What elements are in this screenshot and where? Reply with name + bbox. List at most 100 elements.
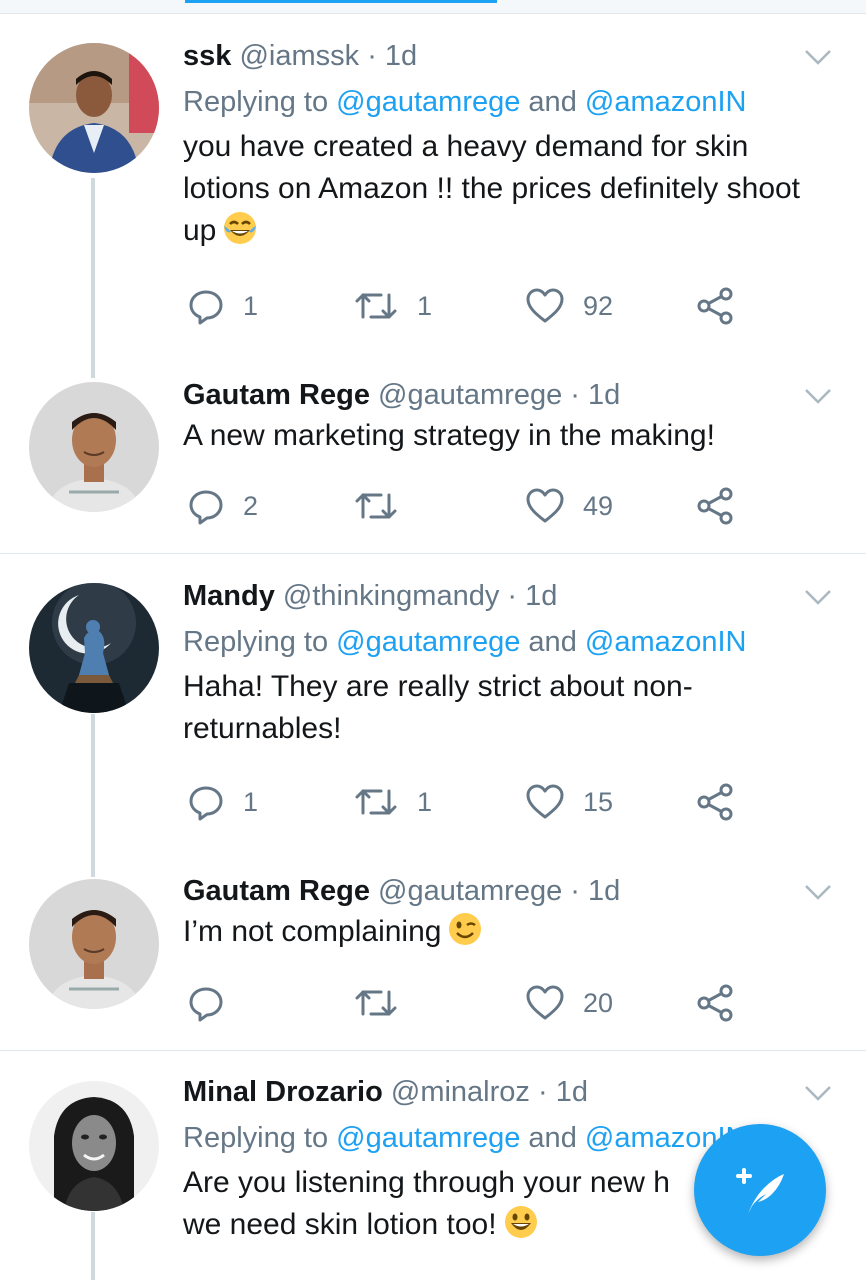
heart-icon xyxy=(526,488,564,523)
reply-icon xyxy=(189,290,223,325)
share-button[interactable] xyxy=(695,981,735,1025)
like-count: 20 xyxy=(583,987,614,1018)
reply-icon xyxy=(189,987,223,1022)
grinning-face-icon xyxy=(503,1204,539,1252)
avatar[interactable] xyxy=(29,879,159,1009)
user-handle[interactable]: @gautamrege xyxy=(378,875,562,907)
reply-icon xyxy=(189,786,223,821)
retweet-icon xyxy=(355,493,397,519)
timestamp[interactable]: 1d xyxy=(385,40,417,72)
timestamp[interactable]: 1d xyxy=(556,1076,588,1108)
timestamp[interactable]: 1d xyxy=(588,379,620,411)
mention-link[interactable]: @amazonIN xyxy=(585,626,747,658)
tweet-actions: 20 xyxy=(183,981,783,1025)
avatar[interactable] xyxy=(29,583,159,713)
retweet-icon xyxy=(355,789,397,815)
tweet-text-content: A new marketing strategy in the making! xyxy=(183,419,715,452)
reply-icon xyxy=(189,490,223,525)
like-button[interactable]: 49 xyxy=(525,484,613,528)
share-button[interactable] xyxy=(695,484,735,528)
compose-tweet-button[interactable] xyxy=(694,1124,826,1256)
retweet-count: 1 xyxy=(417,786,433,817)
tweet-text-content: Haha! They are really strict about non-r… xyxy=(183,670,693,745)
tweet-item[interactable]: Mandy @thinkingmandy · 1d Replying to @g… xyxy=(0,554,866,877)
chevron-down-icon[interactable] xyxy=(804,588,832,606)
share-button[interactable] xyxy=(695,780,735,824)
retweet-count: 1 xyxy=(417,290,433,321)
thread-line xyxy=(91,1212,95,1280)
display-name[interactable]: Mandy xyxy=(183,580,275,612)
share-icon xyxy=(697,287,733,325)
timestamp[interactable]: 1d xyxy=(588,875,620,907)
like-button[interactable]: 20 xyxy=(525,981,613,1025)
tweet-actions: 1 1 92 xyxy=(183,284,783,328)
replying-prefix: Replying to xyxy=(183,1122,337,1154)
reply-button[interactable] xyxy=(187,981,243,1025)
user-handle[interactable]: @minalroz xyxy=(391,1076,530,1108)
retweet-button[interactable]: 1 xyxy=(353,780,432,824)
display-name[interactable]: ssk xyxy=(183,40,231,72)
tweet-item[interactable]: Gautam Rege @gautamrege · 1d A new marke… xyxy=(0,360,866,553)
reply-button[interactable]: 2 xyxy=(187,484,258,528)
tweet-header: Minal Drozario @minalroz · 1d xyxy=(183,1074,826,1110)
chevron-down-icon[interactable] xyxy=(804,48,832,66)
reply-count: 1 xyxy=(243,786,259,817)
tweet-item[interactable]: ssk @iamssk · 1d Replying to @gautamrege… xyxy=(0,0,866,378)
mention-link[interactable]: @amazonIN xyxy=(585,86,747,118)
chevron-down-icon[interactable] xyxy=(804,1084,832,1102)
replying-prefix: Replying to xyxy=(183,86,337,118)
tweet-text-content: we need skin lotion too! xyxy=(183,1208,497,1241)
display-name[interactable]: Gautam Rege xyxy=(183,379,370,411)
mention-link[interactable]: @gautamrege xyxy=(336,626,520,658)
share-button[interactable] xyxy=(695,284,735,328)
tweet-text: Haha! They are really strict about non-r… xyxy=(183,666,703,750)
tweet-text-content: you have created a heavy demand for skin… xyxy=(183,130,801,247)
replying-to: Replying to @gautamrege and @amazonIN xyxy=(183,624,826,660)
retweet-button[interactable] xyxy=(353,484,417,528)
tweet-actions: 2 49 xyxy=(183,484,783,528)
thread-line xyxy=(91,714,95,877)
retweet-button[interactable]: 1 xyxy=(353,284,432,328)
reply-button[interactable]: 1 xyxy=(187,780,258,824)
tweet-item[interactable]: Gautam Rege @gautamrege · 1d I’m not com… xyxy=(0,859,866,1050)
chevron-down-icon[interactable] xyxy=(804,387,832,405)
tweet-text: I’m not complaining xyxy=(183,911,826,959)
like-count: 92 xyxy=(583,290,614,321)
retweet-button[interactable] xyxy=(353,981,417,1025)
and-text: and xyxy=(520,1122,585,1154)
retweet-icon xyxy=(355,990,397,1016)
avatar[interactable] xyxy=(29,382,159,512)
mention-link[interactable]: @gautamrege xyxy=(336,1122,520,1154)
retweet-icon xyxy=(355,293,397,319)
like-button[interactable]: 92 xyxy=(525,284,613,328)
tweet-header: Gautam Rege @gautamrege · 1d xyxy=(183,873,826,909)
user-handle[interactable]: @iamssk xyxy=(239,40,359,72)
display-name[interactable]: Gautam Rege xyxy=(183,875,370,907)
share-icon xyxy=(697,783,733,821)
reply-button[interactable]: 1 xyxy=(187,284,258,328)
like-count: 49 xyxy=(583,490,614,521)
tweet-header: Mandy @thinkingmandy · 1d xyxy=(183,578,826,614)
tweet-header: ssk @iamssk · 1d xyxy=(183,38,826,74)
avatar[interactable] xyxy=(29,1081,159,1211)
avatar[interactable] xyxy=(29,43,159,173)
tweet-header: Gautam Rege @gautamrege · 1d xyxy=(183,377,826,413)
face-with-tears-of-joy-icon xyxy=(222,210,258,258)
timestamp[interactable]: 1d xyxy=(525,580,557,612)
and-text: and xyxy=(520,86,585,118)
separator-dot: · xyxy=(507,580,518,612)
user-handle[interactable]: @thinkingmandy xyxy=(283,580,499,612)
like-button[interactable]: 15 xyxy=(525,780,613,824)
tweet-actions: 1 1 15 xyxy=(183,780,783,824)
tweet-text: you have created a heavy demand for skin… xyxy=(183,126,826,258)
user-handle[interactable]: @gautamrege xyxy=(378,379,562,411)
tweet-text-content: I’m not complaining xyxy=(183,915,442,948)
separator-dot: · xyxy=(367,40,377,72)
reply-count: 2 xyxy=(243,490,259,521)
chevron-down-icon[interactable] xyxy=(804,883,832,901)
display-name[interactable]: Minal Drozario xyxy=(183,1076,383,1108)
compose-feather-icon xyxy=(736,1168,784,1214)
mention-link[interactable]: @gautamrege xyxy=(336,86,520,118)
reply-count: 1 xyxy=(243,290,259,321)
replying-to: Replying to @gautamrege and @amazonIN xyxy=(183,84,826,120)
